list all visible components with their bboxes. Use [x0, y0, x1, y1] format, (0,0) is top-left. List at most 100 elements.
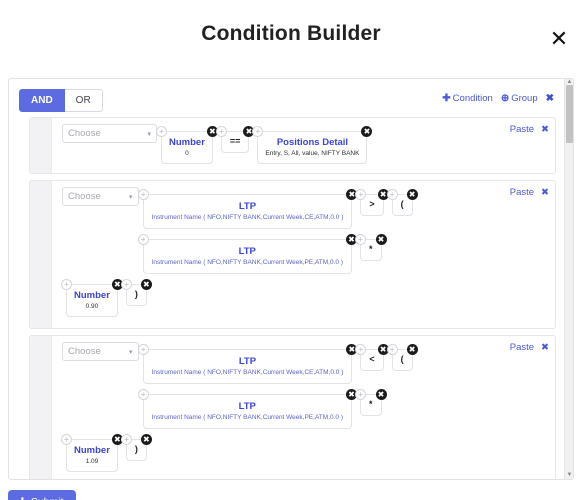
- expression-chips: + ✖ LTP Instrument Name ( NFO,NIFTY BANK,Cu…: [137, 187, 547, 277]
- add-node-icon[interactable]: +: [355, 389, 366, 400]
- row-line: Choose ▾ + ✖ LTP Instrument Name ( NFO,NIFTY …: [62, 342, 547, 432]
- chip-title: *: [369, 244, 373, 254]
- or-button[interactable]: OR: [64, 89, 103, 112]
- add-node-icon[interactable]: +: [355, 189, 367, 200]
- operand-chip[interactable]: + ✖ LTP Instrument Name ( NFO,NIFTY BANK,Cu…: [137, 344, 358, 384]
- chevron-down-icon: ▾: [129, 349, 133, 356]
- chip-title: LTP: [238, 401, 256, 412]
- row-actions: Paste ✖: [510, 342, 549, 353]
- row-body: Paste ✖ Choose ▾ + ✖ LTP Instrument Name ( NFO,…: [52, 181, 555, 328]
- add-node-icon[interactable]: +: [137, 189, 149, 200]
- row-handle[interactable]: [30, 181, 52, 328]
- condition-builder-modal: ✕ Condition Builder AND OR ✚ Condition ⊕…: [0, 22, 582, 500]
- operator-chip[interactable]: + ✖(: [386, 189, 418, 216]
- operator-chip[interactable]: + ✖ <: [355, 344, 389, 371]
- add-node-icon[interactable]: +: [137, 389, 149, 400]
- row-handle[interactable]: [30, 118, 52, 173]
- add-node-icon[interactable]: +: [355, 234, 366, 245]
- add-group-button[interactable]: ⊕ Group: [501, 93, 538, 104]
- operator-chip[interactable]: + ✖ >: [355, 189, 389, 216]
- row-handle[interactable]: [30, 336, 52, 479]
- add-node-icon[interactable]: +: [252, 126, 264, 137]
- operator-chip[interactable]: + ✖): [120, 279, 152, 306]
- chip-title: (: [400, 354, 404, 364]
- add-node-icon[interactable]: +: [137, 234, 149, 245]
- condition-row: Paste ✖ Choose ▾ + ✖ LTP Instrument Name ( NFO,…: [29, 180, 556, 329]
- row-body: Paste ✖ Choose ▾ + ✖ Number 0 + ✖ == + ✖ Positions De…: [52, 118, 555, 173]
- operand-chip[interactable]: + ✖ LTP Instrument Name ( NFO,NIFTY BANK,Cu…: [137, 234, 357, 274]
- condition-builder-panel: AND OR ✚ Condition ⊕ Group ✖ Paste ✖ Choos…: [8, 78, 574, 480]
- add-node-icon[interactable]: +: [120, 279, 132, 290]
- add-node-icon[interactable]: +: [156, 126, 167, 137]
- choose-placeholder: Choose: [68, 191, 101, 202]
- operand-chip[interactable]: + ✖ Number 1.09: [61, 434, 123, 472]
- add-node-icon[interactable]: +: [61, 434, 72, 445]
- paste-button[interactable]: Paste: [510, 124, 534, 135]
- condition-builder-scroll-area: AND OR ✚ Condition ⊕ Group ✖ Paste ✖ Choos…: [9, 79, 564, 479]
- expression-chips-second-line: + ✖ Number 0.90 + ✖): [61, 277, 547, 320]
- chip-title: LTP: [238, 356, 257, 367]
- vertical-scrollbar[interactable]: ▲ ▼: [564, 79, 573, 479]
- add-condition-button[interactable]: ✚ Condition: [442, 93, 493, 104]
- delete-node-icon[interactable]: ✖: [375, 234, 387, 245]
- condition-row: Paste ✖ Choose ▾ + ✖ Number 0 + ✖ == + ✖ Positions De…: [29, 117, 556, 174]
- paste-button[interactable]: Paste: [510, 342, 534, 353]
- choose-placeholder: Choose: [68, 128, 101, 139]
- remove-row-icon[interactable]: ✖: [541, 124, 549, 135]
- operand-chip[interactable]: + ✖ LTP Instrument Name ( NFO,NIFTY BANK,Cu…: [137, 189, 358, 229]
- paste-button[interactable]: Paste: [510, 187, 534, 198]
- operator-chip[interactable]: + ✖ *: [355, 389, 387, 416]
- operator-chip[interactable]: + ✖ ==: [215, 126, 255, 153]
- delete-node-icon[interactable]: ✖: [361, 126, 373, 137]
- group-toolbar: AND OR ✚ Condition ⊕ Group ✖: [19, 89, 556, 112]
- operand-chip[interactable]: + ✖ Number 0: [156, 126, 218, 164]
- operator-chip[interactable]: + ✖ *: [355, 234, 387, 261]
- operand-chip[interactable]: + ✖ Positions Detail Entry, S, All, value, …: [252, 126, 373, 164]
- row-actions: Paste ✖: [510, 187, 549, 198]
- add-node-icon[interactable]: +: [386, 189, 398, 200]
- delete-node-icon[interactable]: ✖: [140, 434, 152, 445]
- chip-subtitle: Instrument Name ( NFO,NIFTY BANK,Current…: [151, 214, 344, 221]
- group-actions: ✚ Condition ⊕ Group ✖: [442, 93, 554, 104]
- chip-subtitle: 0: [185, 150, 189, 157]
- chip-title: LTP: [238, 246, 256, 257]
- close-icon[interactable]: ✕: [546, 26, 572, 52]
- remove-group-icon[interactable]: ✖: [546, 93, 554, 104]
- scrollbar-thumb[interactable]: [566, 85, 573, 143]
- row-body: Paste ✖ Choose ▾ + ✖ LTP Instrument Name ( NFO,…: [52, 336, 555, 479]
- expression-chips-second-line: + ✖ Number 1.09 + ✖): [61, 432, 547, 475]
- and-button[interactable]: AND: [19, 89, 65, 112]
- operator-chip[interactable]: + ✖): [120, 434, 152, 461]
- add-node-icon[interactable]: +: [120, 434, 132, 445]
- chip-title: *: [369, 399, 373, 409]
- operator-chip[interactable]: + ✖(: [386, 344, 418, 371]
- delete-node-icon[interactable]: ✖: [406, 189, 418, 200]
- chip-title: (: [400, 199, 404, 209]
- add-node-icon[interactable]: +: [137, 344, 149, 355]
- row-line: Choose ▾ + ✖ LTP Instrument Name ( NFO,NIFTY …: [62, 187, 547, 277]
- chip-title: Positions Detail: [276, 137, 349, 148]
- delete-node-icon[interactable]: ✖: [140, 279, 152, 290]
- condition-rows: Paste ✖ Choose ▾ + ✖ Number 0 + ✖ == + ✖ Positions De…: [15, 117, 558, 479]
- operand-chip[interactable]: + ✖ Number 0.90: [61, 279, 123, 317]
- choose-select[interactable]: Choose ▾: [62, 124, 157, 143]
- delete-node-icon[interactable]: ✖: [375, 389, 387, 400]
- choose-select[interactable]: Choose ▾: [62, 342, 139, 361]
- chip-subtitle: 0.90: [85, 303, 99, 310]
- chevron-down-icon: ▾: [147, 131, 151, 138]
- add-node-icon[interactable]: +: [61, 279, 72, 290]
- chip-subtitle: Instrument Name ( NFO,NIFTY BANK,Current…: [151, 369, 344, 376]
- add-group-label: Group: [511, 93, 538, 104]
- choose-select[interactable]: Choose ▾: [62, 187, 139, 206]
- chip-subtitle: Entry, S, All, value, NIFTY BANK: [265, 150, 360, 157]
- remove-row-icon[interactable]: ✖: [541, 342, 549, 353]
- operand-chip[interactable]: + ✖ LTP Instrument Name ( NFO,NIFTY BANK,Cu…: [137, 389, 357, 429]
- and-or-toggle[interactable]: AND OR: [19, 89, 103, 112]
- add-node-icon[interactable]: +: [355, 344, 367, 355]
- add-node-icon[interactable]: +: [386, 344, 398, 355]
- remove-row-icon[interactable]: ✖: [541, 187, 549, 198]
- scroll-down-icon[interactable]: ▼: [566, 472, 573, 479]
- submit-button[interactable]: ✚ Submit: [8, 490, 76, 500]
- delete-node-icon[interactable]: ✖: [406, 344, 418, 355]
- add-node-icon[interactable]: +: [215, 126, 227, 137]
